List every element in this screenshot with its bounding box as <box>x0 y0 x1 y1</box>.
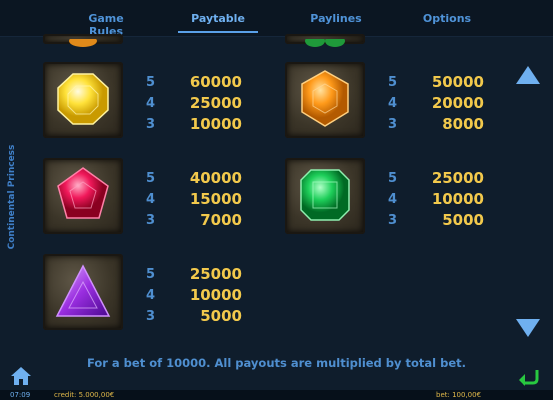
payout-value: 25000 <box>189 94 242 112</box>
payout-value: 10000 <box>189 115 242 133</box>
symbol-tile <box>43 254 123 330</box>
count-label: 3 <box>388 213 398 228</box>
payout-value: 60000 <box>189 73 242 91</box>
purple-triangle-gem-icon <box>55 264 111 317</box>
payout-value: 25000 <box>189 265 242 283</box>
count-label: 4 <box>146 288 156 303</box>
symbol-tile <box>43 62 123 138</box>
back-arrow-icon[interactable] <box>517 366 541 386</box>
green-emerald-gem-icon <box>300 169 350 221</box>
orange-gem-icon <box>69 35 97 47</box>
tab-paylines[interactable]: Paylines <box>300 12 372 25</box>
yellow-octagon-gem-icon <box>57 73 109 125</box>
clock-text: 07:09 <box>10 391 31 399</box>
home-icon[interactable] <box>10 366 32 386</box>
orange-hexagon-gem-icon <box>301 70 349 127</box>
symbol-tile <box>285 62 365 138</box>
scroll-up-icon[interactable] <box>515 64 541 86</box>
green-gem-icon <box>305 35 345 47</box>
game-title-vertical: Continental Princess <box>7 144 17 250</box>
credit-text: credit: 5.000,00€ <box>54 391 115 399</box>
count-label: 3 <box>388 117 398 132</box>
payout-value: 50000 <box>431 73 484 91</box>
payout-value: 8000 <box>442 115 484 133</box>
count-label: 5 <box>146 171 156 186</box>
bet-text: bet: 100,00€ <box>436 391 482 399</box>
top-nav-bar: Game Rules Paytable Paylines Options <box>0 0 553 38</box>
count-label: 3 <box>146 213 156 228</box>
count-label: 4 <box>146 96 156 111</box>
count-label: 3 <box>146 117 156 132</box>
active-tab-indicator <box>178 31 258 33</box>
red-pentagon-gem-icon <box>57 167 109 219</box>
payout-value: 10000 <box>431 190 484 208</box>
count-label: 5 <box>388 75 398 90</box>
count-label: 5 <box>388 171 398 186</box>
count-label: 4 <box>146 192 156 207</box>
payout-value: 5000 <box>442 211 484 229</box>
payout-value: 20000 <box>431 94 484 112</box>
tab-paytable[interactable]: Paytable <box>180 12 256 25</box>
symbol-tile <box>285 158 365 234</box>
symbol-tile <box>43 158 123 234</box>
tab-options[interactable]: Options <box>414 12 480 25</box>
payout-value: 15000 <box>189 190 242 208</box>
count-label: 5 <box>146 267 156 282</box>
payout-value: 10000 <box>189 286 242 304</box>
payout-value: 25000 <box>431 169 484 187</box>
count-label: 4 <box>388 192 398 207</box>
scroll-down-icon[interactable] <box>515 317 541 339</box>
partial-symbol-tile <box>43 34 123 47</box>
payout-value: 7000 <box>200 211 242 229</box>
payout-value: 40000 <box>189 169 242 187</box>
partial-symbol-tile <box>285 34 365 47</box>
count-label: 4 <box>388 96 398 111</box>
payout-value: 5000 <box>200 307 242 325</box>
payout-note: For a bet of 10000. All payouts are mult… <box>86 356 467 370</box>
count-label: 3 <box>146 309 156 324</box>
count-label: 5 <box>146 75 156 90</box>
